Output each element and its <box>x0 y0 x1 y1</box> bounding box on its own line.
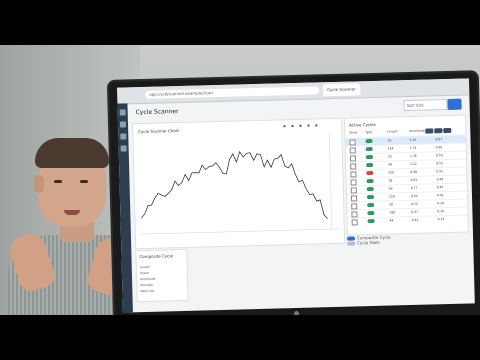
stat-label: Next Low <box>140 288 155 294</box>
chart-background <box>137 132 341 243</box>
cycle-type-badge <box>367 210 375 216</box>
cycle-type-badge <box>366 186 374 192</box>
right-eye <box>80 180 88 183</box>
col-show: Show <box>349 130 358 135</box>
cycle-type-badge <box>367 218 375 224</box>
cycle-strength: 0.67 <box>435 137 443 142</box>
cycle-type-badge <box>366 178 374 184</box>
table-label: Cycle Table <box>357 239 380 246</box>
cycle-amplitude: 1.12 <box>410 161 417 166</box>
cycle-amplitude: 1.74 <box>409 145 417 151</box>
cycle-amplitude: 0.77 <box>410 185 418 190</box>
stat-label: Amplitude <box>140 276 156 282</box>
letterbox-top <box>0 0 480 45</box>
cycle-amplitude: 1.36 <box>409 153 417 159</box>
cycle-length: 28 <box>389 202 394 207</box>
mouth <box>64 210 80 215</box>
cycle-type-badge <box>367 202 375 208</box>
left-eye <box>54 180 62 183</box>
cycle-length: 120 <box>388 194 395 199</box>
monitor-screen: app.cyclescanner.example/scan Cycle Scan… <box>117 78 475 313</box>
stat-label: Strength <box>140 282 154 288</box>
cycle-amplitude: 0.98 <box>410 169 418 174</box>
cycle-length: 38 <box>388 178 393 183</box>
cycle-strength: 0.41 <box>436 193 444 198</box>
active-cycles-panel: Active Cycles Show Type Length Amplitude… <box>343 114 469 236</box>
cycle-amplitude: 0.52 <box>411 201 418 206</box>
chart-toolbar[interactable]: ▪ ▪ ▪ ▪ ▪ <box>283 122 320 128</box>
cycle-strength: 0.38 <box>437 201 444 206</box>
browser-tab[interactable]: Cycle Scanner <box>323 83 360 97</box>
price-chart[interactable] <box>137 132 341 243</box>
cycles-footer: Composite Cycle Cycle Table <box>347 235 391 246</box>
cycle-strength: 0.45 <box>436 185 444 190</box>
stat-label: Phase <box>139 270 149 276</box>
cycle-length: 64 <box>388 186 393 191</box>
cycle-length: 180 <box>389 210 396 215</box>
cycle-length: 210 <box>388 170 395 175</box>
monitor: app.cyclescanner.example/scan Cycle Scan… <box>108 72 480 315</box>
stats-title: Composite Cycle <box>139 253 174 260</box>
cycle-length: 98 <box>388 162 393 167</box>
price-chart-panel: Cycle Scanner Chart ▪ ▪ ▪ ▪ ▪ <box>131 117 346 250</box>
cycles-title: Active Cycles <box>349 121 376 128</box>
composite-stats-panel: Composite Cycle Length Phase Amplitude S… <box>135 248 189 303</box>
cycle-strength: 0.48 <box>436 177 444 182</box>
cycle-amplitude: 0.81 <box>410 177 418 182</box>
search-button[interactable] <box>447 98 462 110</box>
cycle-type-badge <box>365 146 373 152</box>
address-bar[interactable]: app.cyclescanner.example/scan <box>145 86 320 99</box>
cycle-strength: 0.62 <box>435 145 443 150</box>
col-strength: Strength <box>435 127 449 133</box>
cycle-length: 76 <box>387 138 392 143</box>
cycle-amplitude: 2.10 <box>409 137 417 143</box>
table-row[interactable]: 44 0.41 0.33 <box>347 214 468 226</box>
col-type: Type <box>365 129 373 135</box>
table-toggle[interactable] <box>347 241 356 246</box>
cycle-length: 52 <box>387 154 392 159</box>
stat-label: Length <box>139 264 151 270</box>
cycle-type-badge <box>366 194 375 200</box>
cycle-amplitude: 0.47 <box>411 209 419 214</box>
composite-toggle[interactable] <box>347 236 356 241</box>
col-length: Length <box>387 129 398 134</box>
cycle-type-badge <box>366 162 374 168</box>
cycle-type-badge <box>365 154 373 160</box>
home-icon[interactable] <box>119 109 126 116</box>
cycle-type-badge <box>365 138 373 144</box>
cycle-amplitude: 0.41 <box>411 217 419 222</box>
settings-icon[interactable] <box>120 145 127 152</box>
show-checkbox[interactable] <box>351 219 358 226</box>
cycle-strength: 0.36 <box>437 209 445 214</box>
chart-icon[interactable] <box>119 121 127 128</box>
video-scene: app.cyclescanner.example/scan Cycle Scan… <box>0 45 480 315</box>
list-icon[interactable] <box>120 133 127 140</box>
hair <box>35 138 109 168</box>
page-title: Cycle Scanner <box>135 108 179 117</box>
col-amplitude: Amplitude <box>409 128 425 134</box>
cycle-strength: 0.33 <box>437 217 445 222</box>
cycle-strength: 0.59 <box>435 153 443 158</box>
letterbox-bottom <box>0 315 480 360</box>
cycle-amplitude: 0.64 <box>410 193 418 198</box>
cycle-length: 144 <box>387 146 394 151</box>
ear <box>34 175 44 193</box>
cycle-strength: 0.55 <box>436 161 443 166</box>
cycle-length: 44 <box>389 218 394 223</box>
chart-title: Cycle Scanner Chart <box>138 128 180 135</box>
symbol-search-input[interactable]: S&P 500 <box>403 99 448 112</box>
app-sidebar <box>117 103 133 313</box>
cycle-strength: 0.52 <box>436 169 444 174</box>
cycle-type-badge <box>366 170 374 176</box>
